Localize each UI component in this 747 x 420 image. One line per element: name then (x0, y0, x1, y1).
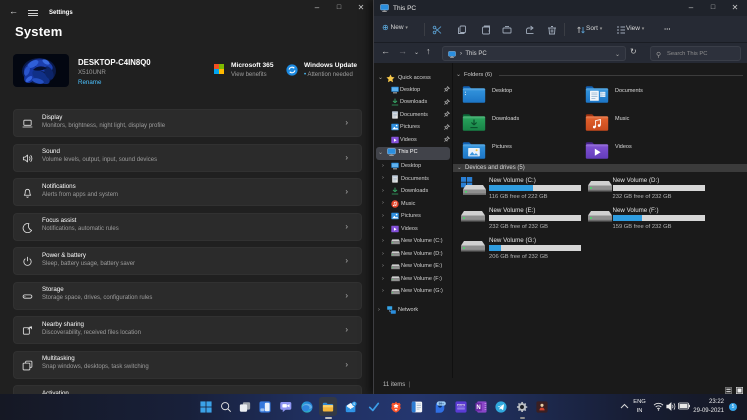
svg-text:ADOBE: ADOBE (457, 404, 465, 407)
svg-text:99+: 99+ (439, 402, 444, 406)
svg-text:6: 6 (353, 402, 355, 406)
svg-text:N: N (476, 405, 480, 411)
